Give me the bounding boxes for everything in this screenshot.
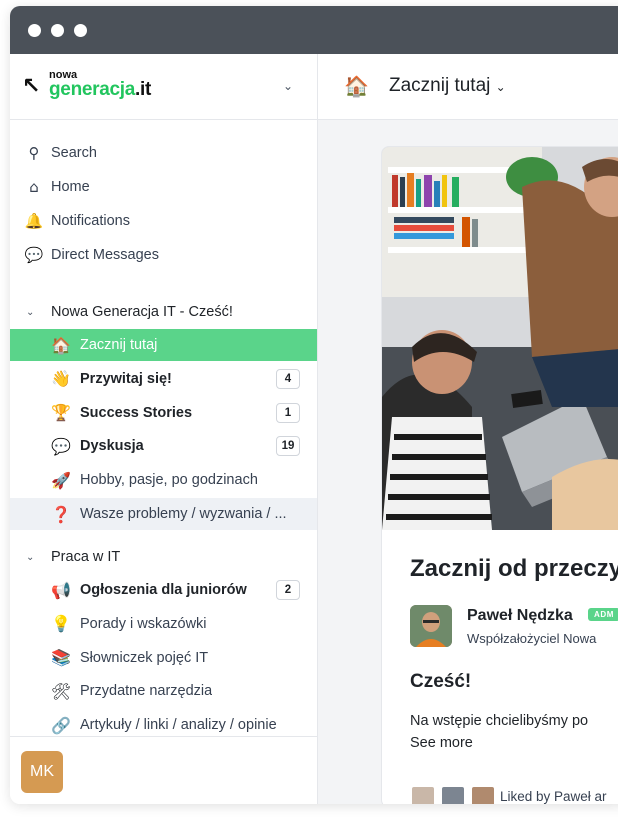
liker-avatar xyxy=(440,785,466,804)
see-more-link[interactable]: See more xyxy=(410,735,473,751)
sidebar-space-item[interactable]: 📚 Słowniczek pojęć IT xyxy=(10,642,317,674)
space-group-header[interactable]: ⌄ Nowa Generacja IT - Cześć! xyxy=(10,297,317,327)
unread-count-badge: 1 xyxy=(276,402,300,423)
logo-arrow-icon: ↖ xyxy=(22,74,41,99)
space-group-label: Praca w IT xyxy=(51,549,121,565)
space-label: Artykuły / linki / analizy / opinie xyxy=(80,717,277,734)
space-emoji-icon: 📚 xyxy=(51,648,71,668)
house-icon: 🏠 xyxy=(344,74,369,98)
space-emoji-icon: 🔗 xyxy=(51,715,71,735)
space-emoji-icon: 🏠 xyxy=(51,335,71,355)
nav-item-label: Home xyxy=(51,179,90,195)
space-emoji-icon: 📢 xyxy=(51,580,71,600)
author-photo xyxy=(410,605,452,647)
space-header: 🏠 Zacznij tutaj ⌄ xyxy=(318,54,618,120)
window-minimize-dot[interactable] xyxy=(51,24,64,37)
window-titlebar xyxy=(10,6,618,54)
nav-item-search[interactable]: ⚲ Search xyxy=(10,138,317,168)
admin-badge: ADM xyxy=(588,608,618,621)
space-title[interactable]: Zacznij tutaj ⌄ xyxy=(389,75,506,97)
space-emoji-icon: 🚀 xyxy=(51,470,71,490)
space-emoji-icon: 👋 xyxy=(51,369,71,389)
sidebar-space-item[interactable]: 💬 Dyskusja 19 xyxy=(10,430,317,462)
space-label: Słowniczek pojęć IT xyxy=(80,649,209,666)
home-icon: ⌂ xyxy=(29,178,39,196)
unread-count-badge: 4 xyxy=(276,368,300,389)
nav-item-label: Direct Messages xyxy=(51,247,159,263)
nav-item-label: Notifications xyxy=(51,213,130,229)
liker-avatar xyxy=(470,785,496,804)
space-label: Przywitaj się! xyxy=(80,370,172,387)
space-label: Zacznij tutaj xyxy=(80,337,158,353)
post-title[interactable]: Zacznij od przeczy xyxy=(410,555,618,583)
space-title-text: Zacznij tutaj xyxy=(389,75,491,96)
space-group-header[interactable]: ⌄ Praca w IT xyxy=(10,542,317,572)
logo-tld: .it xyxy=(135,79,152,100)
sidebar-space-item[interactable]: 🛠 Przydatne narzędzia xyxy=(10,675,317,707)
nav-item-label: Search xyxy=(51,145,97,161)
chevron-down-icon[interactable]: ⌄ xyxy=(26,552,40,563)
chevron-down-icon[interactable]: ⌄ xyxy=(26,307,40,318)
author-avatar[interactable] xyxy=(410,605,452,647)
brand-switcher[interactable]: ↖ nowa generacja.it ⌄ xyxy=(10,54,317,120)
space-emoji-icon: ❓ xyxy=(51,504,71,524)
liker-avatar xyxy=(410,785,436,804)
logo-word: generacja xyxy=(49,79,136,100)
nav-item-notifications[interactable]: 🔔 Notifications xyxy=(10,206,317,236)
avatar[interactable]: MK xyxy=(21,751,63,793)
space-group-label: Nowa Generacja IT - Cześć! xyxy=(51,304,233,320)
window-close-dot[interactable] xyxy=(28,24,41,37)
window-maximize-dot[interactable] xyxy=(74,24,87,37)
brand-logo: ↖ nowa generacja.it xyxy=(22,69,172,102)
space-emoji-icon: 🛠 xyxy=(50,681,72,701)
sidebar-space-item[interactable]: 🏆 Success Stories 1 xyxy=(10,397,317,429)
author-role: Współzałożyciel Nowa xyxy=(467,631,597,646)
user-bar: MK xyxy=(10,736,317,804)
post-card: Zacznij od przeczy Paweł Nędzka ADM Wspó… xyxy=(381,146,618,804)
space-label: Dyskusja xyxy=(80,438,144,455)
post-greeting: Cześć! xyxy=(410,671,472,692)
space-emoji-icon: 💡 xyxy=(51,614,71,634)
app-window: ↖ nowa generacja.it ⌄ ⚲ Search ⌂ Home 🔔 Notif… xyxy=(10,6,618,804)
nav-item-direct-messages[interactable]: 💬 Direct Messages xyxy=(10,240,317,270)
space-emoji-icon: 💬 xyxy=(51,436,71,456)
sidebar-space-item[interactable]: 👋 Przywitaj się! 4 xyxy=(10,363,317,395)
author-name[interactable]: Paweł Nędzka xyxy=(467,607,573,625)
sidebar-space-item[interactable]: 📢 Ogłoszenia dla juniorów 2 xyxy=(10,574,317,606)
sidebar-space-item[interactable]: 🚀 Hobby, pasje, po godzinach xyxy=(10,464,317,496)
bell-icon: 🔔 xyxy=(24,212,44,230)
sidebar: ↖ nowa generacja.it ⌄ ⚲ Search ⌂ Home 🔔 Notif… xyxy=(10,54,318,804)
nav-item-home[interactable]: ⌂ Home xyxy=(10,172,317,202)
sidebar-space-item[interactable]: 💡 Porady i wskazówki xyxy=(10,608,317,640)
sidebar-space-item[interactable]: ❓ Wasze problemy / wyzwania / ... xyxy=(10,498,317,530)
chevron-down-icon[interactable]: ⌄ xyxy=(283,79,293,93)
chevron-down-icon[interactable]: ⌄ xyxy=(496,80,506,94)
post-cover-image[interactable] xyxy=(382,147,618,530)
unread-count-badge: 2 xyxy=(276,580,300,600)
search-icon: ⚲ xyxy=(28,144,40,162)
space-emoji-icon: 🏆 xyxy=(51,403,71,423)
sidebar-space-item[interactable]: 🏠 Zacznij tutaj xyxy=(10,329,317,361)
space-label: Przydatne narzędzia xyxy=(80,683,213,700)
unread-count-badge: 19 xyxy=(276,436,300,457)
post-body: Na wstępie chcielibyśmy po xyxy=(410,713,589,729)
message-icon: 💬 xyxy=(24,246,44,264)
space-label: Porady i wskazówki xyxy=(80,615,207,632)
liked-by-text[interactable]: Liked by Paweł ar xyxy=(500,789,607,804)
space-label: Hobby, pasje, po godzinach xyxy=(80,472,258,489)
space-label: Ogłoszenia dla juniorów xyxy=(80,582,247,598)
space-label: Success Stories xyxy=(80,404,193,421)
logo-main-text: generacja.it xyxy=(49,79,151,101)
space-label: Wasze problemy / wyzwania / ... xyxy=(80,506,287,522)
